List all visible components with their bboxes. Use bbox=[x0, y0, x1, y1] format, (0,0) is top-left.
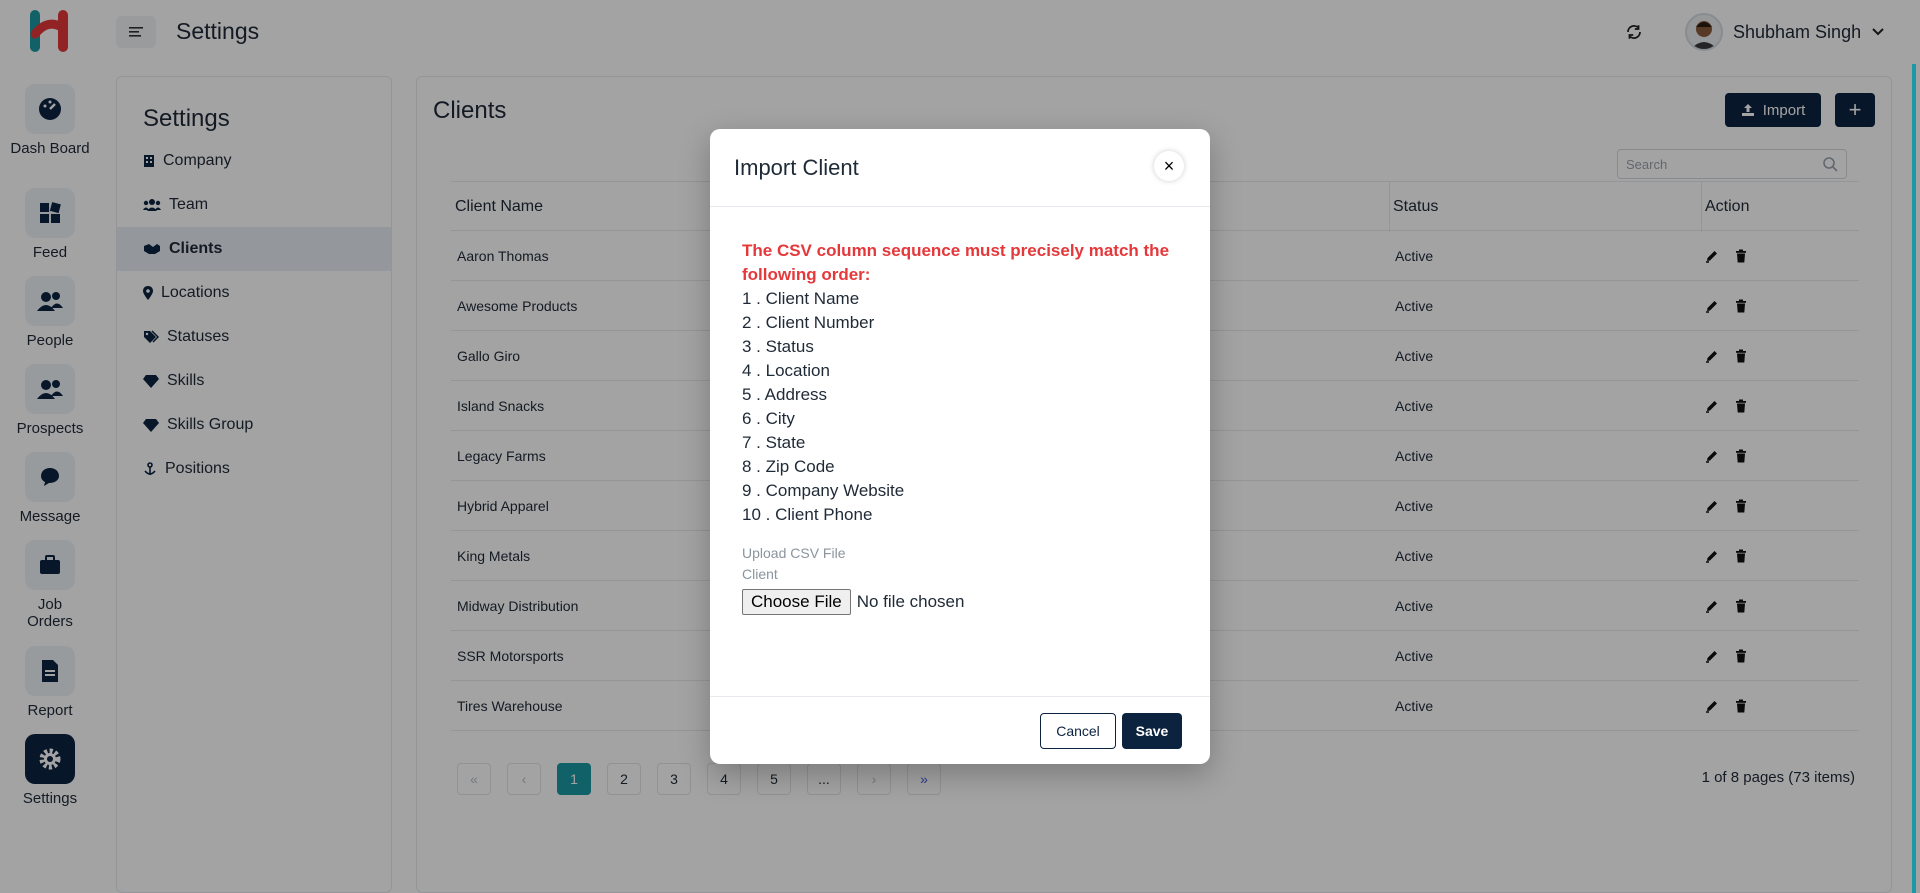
list-item: 8 . Zip Code bbox=[742, 457, 835, 476]
list-item: 9 . Company Website bbox=[742, 481, 905, 500]
close-icon[interactable]: × bbox=[1154, 151, 1184, 181]
choose-file-button[interactable]: Choose File bbox=[742, 589, 851, 615]
modal-footer: Cancel Save bbox=[710, 696, 1210, 764]
list-item: 1 . Client Name bbox=[742, 289, 860, 308]
list-item: 3 . Status bbox=[742, 337, 814, 356]
list-item: 6 . City bbox=[742, 409, 795, 428]
list-item: 7 . State bbox=[742, 433, 806, 452]
csv-order-notice: The CSV column sequence must precisely m… bbox=[742, 241, 1170, 284]
upload-csv-label: Upload CSV File Client bbox=[742, 543, 1182, 585]
modal-title: Import Client bbox=[734, 155, 859, 180]
list-item: 5 . Address bbox=[742, 385, 828, 404]
import-client-modal: Import Client × The CSV column sequence … bbox=[710, 129, 1210, 764]
csv-column-order-list: 1 . Client Name 2 . Client Number 3 . St… bbox=[742, 287, 1182, 527]
file-status-text: No file chosen bbox=[856, 592, 965, 611]
scrollbar[interactable] bbox=[1912, 64, 1916, 893]
list-item: 2 . Client Number bbox=[742, 313, 875, 332]
modal-header: Import Client × bbox=[710, 129, 1210, 207]
modal-body: The CSV column sequence must precisely m… bbox=[742, 239, 1182, 615]
cancel-button[interactable]: Cancel bbox=[1040, 713, 1116, 749]
file-input[interactable]: Choose File No file chosen bbox=[742, 589, 1182, 615]
list-item: 4 . Location bbox=[742, 361, 830, 380]
upload-sublabel: Client bbox=[742, 566, 778, 582]
list-item: 10 . Client Phone bbox=[742, 505, 873, 524]
upload-label-line: Upload CSV File bbox=[742, 545, 846, 561]
save-button[interactable]: Save bbox=[1122, 713, 1182, 749]
